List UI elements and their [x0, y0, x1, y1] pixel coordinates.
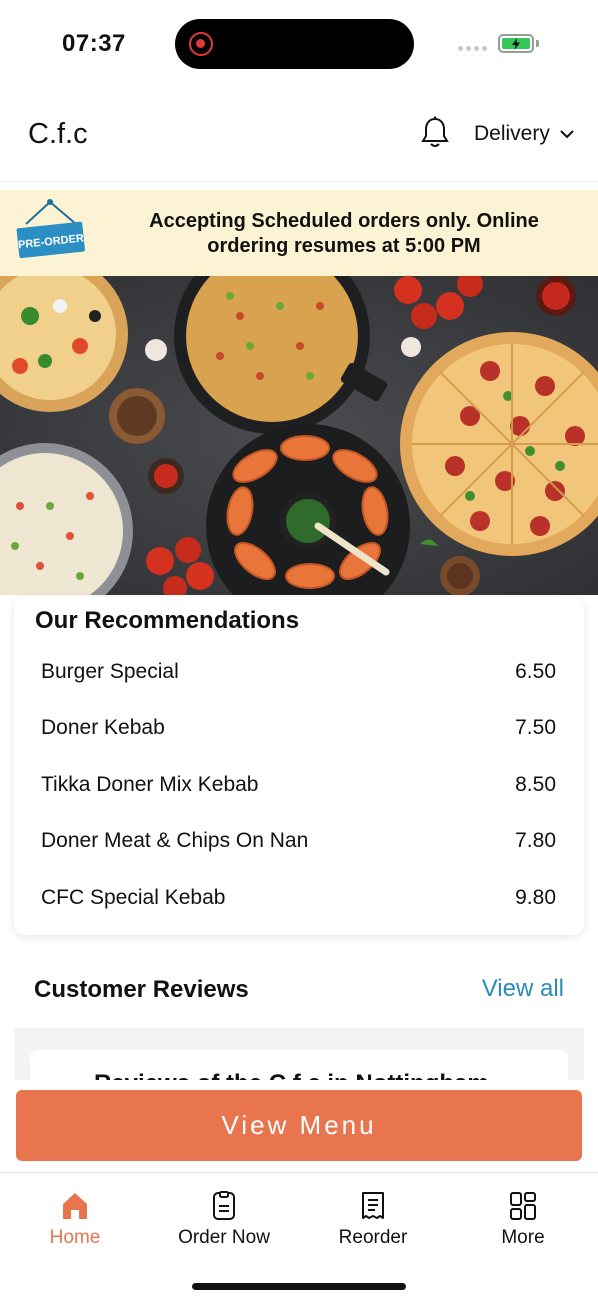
- item-name: Doner Kebab: [41, 716, 165, 739]
- home-indicator: [192, 1283, 406, 1290]
- screen-recording-icon: [189, 32, 213, 56]
- order-icon: [213, 1191, 235, 1220]
- reviews-title: Customer Reviews: [34, 976, 249, 1003]
- recommendations-title: Our Recommendations: [35, 607, 300, 634]
- item-price: 7.80: [515, 829, 556, 852]
- preorder-sign-icon: PRE-ORDER: [16, 199, 85, 259]
- nav-reorder-label: Reorder: [338, 1227, 408, 1248]
- preorder-banner: PRE-ORDER Accepting Scheduled orders onl…: [0, 190, 598, 276]
- status-bar: 07:37: [0, 0, 598, 90]
- receipt-icon: [362, 1192, 384, 1219]
- view-menu-button[interactable]: View Menu: [16, 1090, 582, 1161]
- hero-food-image: [0, 276, 598, 595]
- item-name: Tikka Doner Mix Kebab: [41, 773, 259, 796]
- banner-message: Accepting Scheduled orders only. Online …: [149, 210, 539, 257]
- item-name: CFC Special Kebab: [41, 886, 226, 909]
- nav-more[interactable]: More: [458, 1191, 588, 1249]
- recommendation-item[interactable]: CFC Special Kebab 9.80: [41, 878, 556, 918]
- recommendation-item[interactable]: Burger Special 6.50: [41, 652, 556, 692]
- item-price: 8.50: [515, 773, 556, 796]
- item-price: 9.80: [515, 886, 556, 909]
- app-header: C.f.c Delivery: [0, 90, 598, 182]
- dynamic-island: [175, 19, 414, 69]
- recommendation-item[interactable]: Doner Meat & Chips On Nan 7.80: [41, 821, 556, 861]
- item-price: 7.50: [515, 716, 556, 739]
- view-menu-bar: View Menu: [0, 1080, 598, 1172]
- recommendation-item[interactable]: Doner Kebab 7.50: [41, 708, 556, 748]
- status-time: 07:37: [62, 30, 126, 57]
- nav-more-label: More: [501, 1227, 545, 1248]
- nav-order-now-label: Order Now: [178, 1227, 270, 1248]
- nav-order-now[interactable]: Order Now: [159, 1191, 289, 1249]
- item-name: Doner Meat & Chips On Nan: [41, 829, 309, 852]
- reviews-list: Reviews of the C.f.c in Nottingham: [14, 1028, 584, 1090]
- reviews-header: Customer Reviews View all: [14, 950, 584, 1028]
- recommendation-item[interactable]: Tikka Doner Mix Kebab 8.50: [41, 765, 556, 805]
- restaurant-name: C.f.c: [28, 118, 88, 150]
- item-price: 6.50: [515, 660, 556, 683]
- delivery-label: Delivery: [474, 122, 550, 145]
- bell-icon[interactable]: [420, 116, 450, 150]
- view-all-link[interactable]: View all: [482, 975, 564, 1003]
- nav-reorder[interactable]: Reorder: [308, 1191, 438, 1249]
- nav-home[interactable]: Home: [10, 1191, 140, 1249]
- item-name: Burger Special: [41, 660, 179, 683]
- delivery-selector[interactable]: Delivery: [474, 122, 574, 146]
- chevron-down-icon: [560, 129, 574, 138]
- nav-home-label: Home: [49, 1227, 101, 1248]
- home-icon: [63, 1193, 87, 1219]
- grid-icon: [510, 1192, 536, 1220]
- signal-icon: [458, 46, 487, 51]
- bottom-nav: Home Order Now Reorder More: [0, 1172, 598, 1300]
- battery-icon: [498, 34, 534, 53]
- recommendations-card: Our Recommendations Burger Special 6.50 …: [14, 597, 584, 935]
